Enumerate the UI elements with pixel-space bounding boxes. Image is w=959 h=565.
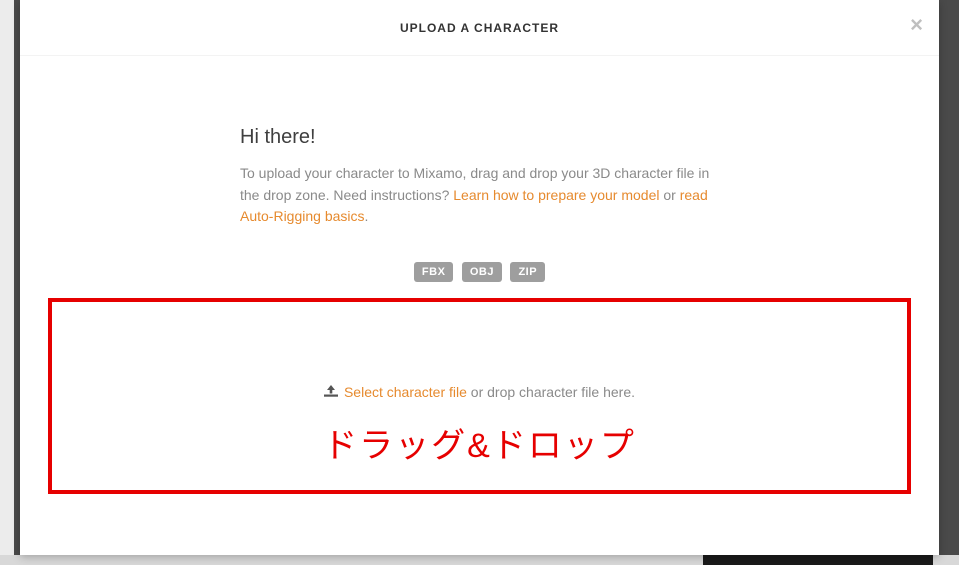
- drop-zone-suffix: or drop character file here.: [467, 384, 635, 400]
- intro-section: Hi there! To upload your character to Mi…: [240, 56, 729, 228]
- close-icon: ×: [910, 12, 923, 37]
- drop-zone-text: Select character file or drop character …: [324, 384, 635, 400]
- select-file-link[interactable]: Select character file: [344, 384, 467, 400]
- modal-body: Hi there! To upload your character to Mi…: [20, 56, 939, 282]
- jp-annotation-overlay: ドラッグ&ドロップ: [323, 418, 636, 467]
- upload-character-modal: UPLOAD A CHARACTER × Hi there! To upload…: [20, 0, 939, 555]
- prepare-model-link[interactable]: Learn how to prepare your model: [453, 187, 659, 203]
- intro-heading: Hi there!: [240, 126, 729, 149]
- intro-text-post: .: [365, 208, 369, 224]
- modal-title: UPLOAD A CHARACTER: [400, 21, 559, 35]
- drop-zone-content: Select character file or drop character …: [52, 302, 907, 490]
- drop-zone[interactable]: Select character file or drop character …: [48, 298, 911, 494]
- upload-icon: [324, 385, 338, 400]
- format-badge-obj: OBJ: [462, 262, 502, 282]
- modal-header: UPLOAD A CHARACTER ×: [20, 0, 939, 56]
- format-badge-zip: ZIP: [510, 262, 545, 282]
- format-badges: FBX OBJ ZIP: [60, 262, 899, 282]
- format-badge-fbx: FBX: [414, 262, 454, 282]
- close-button[interactable]: ×: [910, 14, 923, 36]
- intro-text: To upload your character to Mixamo, drag…: [240, 163, 729, 228]
- page-backdrop-left: [0, 0, 14, 565]
- intro-text-mid: or: [659, 187, 679, 203]
